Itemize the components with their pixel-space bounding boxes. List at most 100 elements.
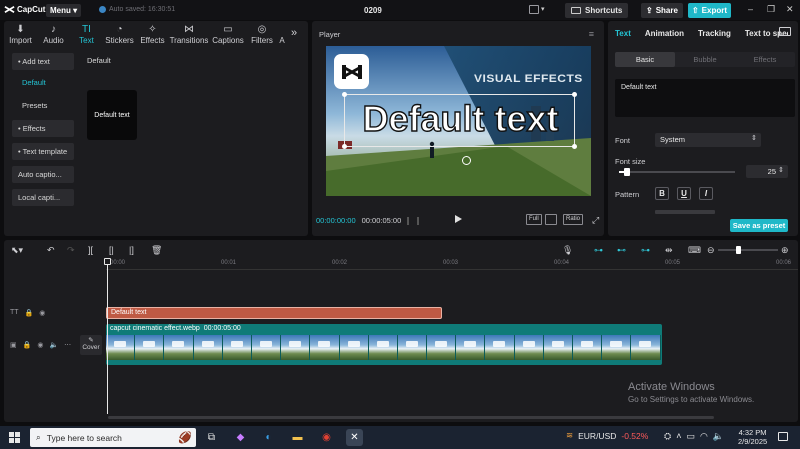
tab-import[interactable]: ⬇ Import bbox=[4, 21, 37, 47]
tab-audio[interactable]: ♪ Audio bbox=[37, 21, 70, 47]
tab-animation[interactable]: Animation bbox=[638, 29, 691, 38]
side-item-local-captions[interactable]: Local capti... bbox=[12, 189, 74, 206]
tab-text[interactable]: TI Text bbox=[70, 21, 103, 47]
caption-icon[interactable]: ⌨ bbox=[688, 245, 701, 256]
slider-knob[interactable] bbox=[624, 168, 631, 176]
magnet-icon[interactable]: ⊶ bbox=[594, 245, 603, 256]
preview-axis-icon[interactable]: ⊶ bbox=[641, 245, 650, 256]
full-button[interactable]: Full bbox=[526, 214, 542, 225]
microphone-icon[interactable]: 🎙 bbox=[562, 245, 573, 256]
project-title[interactable]: 0209 bbox=[364, 6, 384, 15]
notification-icon[interactable] bbox=[778, 432, 788, 441]
redo-icon[interactable]: ↷ bbox=[67, 245, 75, 256]
resize-handle[interactable] bbox=[572, 144, 577, 149]
video-preview[interactable]: VISUAL EFFECTS Default text bbox=[326, 46, 591, 196]
fit-icon[interactable] bbox=[545, 214, 557, 225]
lock-icon[interactable]: 🔒 bbox=[23, 341, 32, 349]
playhead-handle[interactable] bbox=[104, 258, 111, 265]
subtab-bubble[interactable]: Bubble bbox=[675, 52, 735, 67]
more-tabs-icon[interactable]: » bbox=[287, 21, 301, 47]
minimize-icon[interactable]: – bbox=[748, 4, 753, 14]
font-select[interactable]: System bbox=[655, 133, 761, 147]
maximize-icon[interactable]: ❐ bbox=[767, 4, 775, 15]
select-tool-icon[interactable]: ⬉▾ bbox=[11, 245, 23, 256]
undo-icon[interactable]: ↶ bbox=[47, 245, 55, 256]
zoom-knob[interactable] bbox=[736, 246, 741, 254]
file-explorer-icon[interactable]: ▬ bbox=[289, 429, 306, 446]
tab-text-props[interactable]: Text bbox=[608, 29, 638, 38]
player-menu-icon[interactable]: ≡ bbox=[589, 29, 594, 39]
menu-button[interactable]: Menu ▾ bbox=[46, 4, 82, 17]
playhead[interactable] bbox=[107, 261, 108, 414]
bold-button[interactable]: B bbox=[655, 187, 669, 200]
default-text-card[interactable]: Default text bbox=[87, 90, 137, 140]
zoom-slider[interactable] bbox=[718, 246, 778, 254]
audio-mute-icon[interactable]: 🔈 bbox=[49, 341, 58, 349]
tab-adjust[interactable]: A bbox=[277, 21, 287, 47]
tab-filters[interactable]: ◎ Filters bbox=[247, 21, 277, 47]
save-as-preset-button[interactable]: Save as preset bbox=[730, 219, 788, 232]
side-item-text-template[interactable]: • Text template bbox=[12, 143, 74, 160]
case-buttons[interactable] bbox=[655, 210, 715, 214]
font-size-slider[interactable] bbox=[619, 168, 735, 176]
link-icon[interactable]: ⊷ bbox=[617, 245, 626, 256]
side-item-effects[interactable]: • Effects bbox=[12, 120, 74, 137]
edge-icon[interactable]: ◐ bbox=[260, 429, 277, 446]
zoom-out-icon[interactable]: ⊖ bbox=[707, 245, 715, 256]
export-button[interactable]: ⇧ Export bbox=[688, 3, 731, 18]
split-left-icon[interactable]: [| bbox=[109, 245, 114, 255]
delete-icon[interactable]: 🗑 bbox=[151, 245, 162, 256]
text-clip[interactable]: Default text bbox=[106, 307, 442, 319]
layout-dropdown-icon[interactable]: ▾ bbox=[541, 5, 545, 13]
subtab-basic[interactable]: Basic bbox=[615, 52, 675, 67]
tab-tracking[interactable]: Tracking bbox=[691, 29, 738, 38]
text-content-input[interactable]: Default text bbox=[615, 79, 795, 117]
resize-handle[interactable] bbox=[342, 144, 347, 149]
side-item-auto-captions[interactable]: Auto captio... bbox=[12, 166, 74, 183]
video-clip[interactable]: capcut cinematic effect.webp 00:00:05:00 bbox=[106, 324, 662, 365]
task-view-icon[interactable]: ⧉ bbox=[203, 429, 220, 446]
tab-stickers[interactable]: ◔ Stickers bbox=[103, 21, 136, 47]
italic-button[interactable]: I bbox=[699, 187, 713, 200]
tab-transitions[interactable]: ⋈ Transitions bbox=[169, 21, 209, 47]
play-button[interactable] bbox=[455, 215, 462, 223]
align-icon[interactable]: ⇹ bbox=[665, 245, 673, 256]
cover-button[interactable]: ✎ Cover bbox=[80, 335, 102, 355]
subtab-effects[interactable]: Effects bbox=[735, 52, 795, 67]
tab-effects[interactable]: ✧ Effects bbox=[136, 21, 169, 47]
side-item-presets[interactable]: Presets bbox=[12, 97, 74, 114]
capcut-taskbar-icon[interactable]: ✕ bbox=[346, 429, 363, 446]
volume-icon[interactable]: 🔈 bbox=[713, 431, 724, 442]
timeline-scrollbar[interactable] bbox=[108, 416, 714, 419]
chrome-icon[interactable]: ◉ bbox=[318, 429, 335, 446]
chevron-up-icon[interactable]: ˄ bbox=[676, 431, 681, 442]
windows-start-icon[interactable] bbox=[9, 432, 20, 443]
wifi-icon[interactable]: ◠ bbox=[700, 431, 708, 442]
share-button[interactable]: ⇪ Share bbox=[641, 3, 683, 18]
lock-icon[interactable]: 🔒 bbox=[25, 309, 34, 317]
shortcuts-button[interactable]: Shortcuts bbox=[565, 3, 629, 18]
copilot-icon[interactable]: ◆ bbox=[232, 429, 249, 446]
ratio-button[interactable]: Ratio bbox=[563, 214, 584, 225]
panel-menu-icon[interactable] bbox=[779, 27, 791, 36]
people-icon[interactable]: ⛭ bbox=[664, 431, 671, 442]
taskbar-search[interactable]: ⌕ Type here to search 🏈 bbox=[30, 428, 196, 447]
split-icon[interactable]: ][ bbox=[88, 245, 93, 255]
network-icon[interactable]: ▭ bbox=[686, 431, 695, 442]
rotate-handle-icon[interactable] bbox=[462, 156, 471, 165]
fx-ticker[interactable]: ≋ EUR/USD -0.52% bbox=[566, 430, 648, 441]
more-icon[interactable]: ⋯ bbox=[64, 341, 71, 349]
tab-captions[interactable]: ▭ Captions bbox=[209, 21, 247, 47]
clock[interactable]: 4:32 PM 2/9/2025 bbox=[738, 428, 767, 446]
stepper-icon[interactable]: ⇕ bbox=[778, 166, 784, 174]
resize-handle[interactable] bbox=[342, 92, 347, 97]
zoom-in-icon[interactable]: ⊕ bbox=[781, 245, 789, 256]
layout-icon[interactable] bbox=[529, 5, 539, 14]
underline-button[interactable]: U bbox=[677, 187, 691, 200]
close-icon[interactable]: ✕ bbox=[786, 4, 794, 15]
overlay-text[interactable]: Default text bbox=[348, 97, 573, 141]
split-right-icon[interactable]: |] bbox=[129, 245, 134, 255]
eye-icon[interactable]: ◉ bbox=[37, 341, 43, 349]
side-item-add-text[interactable]: • Add text bbox=[12, 53, 74, 70]
side-item-default[interactable]: Default bbox=[12, 74, 74, 91]
